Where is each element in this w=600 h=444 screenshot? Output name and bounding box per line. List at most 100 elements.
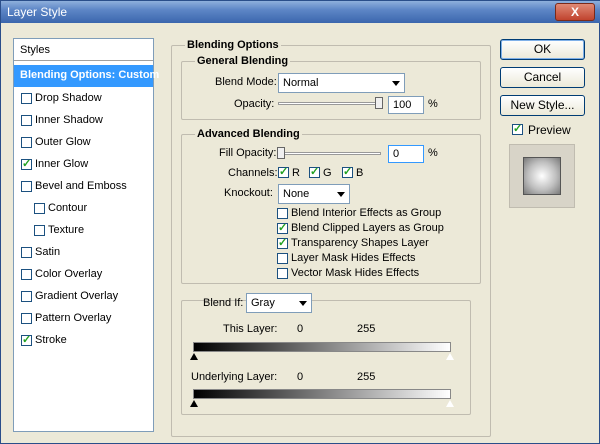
- drop-shadow-checkbox[interactable]: [21, 93, 32, 104]
- channels-label: Channels:: [228, 167, 278, 179]
- channel-r-checkbox[interactable]: [278, 165, 289, 178]
- this-layer-gradient: [193, 342, 451, 352]
- underlying-layer-gradient: [193, 389, 451, 399]
- inner-shadow-checkbox[interactable]: [21, 115, 32, 126]
- close-button[interactable]: X: [555, 3, 595, 21]
- style-item-outer-glow[interactable]: Outer Glow: [14, 132, 153, 154]
- gradient-overlay-checkbox[interactable]: [21, 291, 32, 302]
- layer-mask-hides-checkbox[interactable]: [277, 253, 288, 264]
- blend-if-select[interactable]: Gray: [246, 293, 312, 313]
- style-item-inner-glow[interactable]: Inner Glow: [14, 154, 153, 176]
- cancel-button[interactable]: Cancel: [500, 67, 585, 88]
- this-layer-black-slider[interactable]: [190, 353, 198, 360]
- style-item-satin[interactable]: Satin: [14, 242, 153, 264]
- style-item-stroke[interactable]: Stroke: [14, 330, 153, 352]
- underlying-white-slider[interactable]: [445, 399, 455, 408]
- style-item-label: Drop Shadow: [35, 92, 102, 104]
- stroke-checkbox[interactable]: [21, 333, 32, 346]
- fill-opacity-unit: %: [428, 147, 438, 159]
- fill-opacity-slider[interactable]: [278, 152, 381, 155]
- preview-thumbnail: [509, 144, 575, 208]
- this-layer-label: This Layer:: [223, 323, 278, 335]
- this-layer-low: 0: [297, 323, 304, 335]
- style-item-label: Blending Options: Custom: [20, 69, 160, 81]
- style-item-texture[interactable]: Texture: [14, 220, 153, 242]
- opacity-slider[interactable]: [278, 102, 383, 105]
- preview-label: Preview: [528, 123, 571, 137]
- style-item-label: Inner Glow: [35, 158, 89, 170]
- vector-mask-hides-label: Vector Mask Hides Effects: [291, 267, 420, 279]
- style-item-label: Color Overlay: [35, 268, 103, 280]
- fill-opacity-label: Fill Opacity:: [219, 147, 277, 159]
- advanced-blending-title: Advanced Blending: [195, 128, 302, 140]
- blend-interior-checkbox[interactable]: [277, 208, 288, 219]
- style-item-label: Outer Glow: [35, 136, 91, 148]
- styles-list: Styles Blending Options: Custom Drop Sha…: [13, 38, 159, 432]
- blending-options-title: Blending Options: [185, 39, 281, 51]
- opacity-slider-thumb[interactable]: [375, 97, 383, 109]
- channel-b-label: B: [356, 167, 364, 179]
- channel-b-checkbox[interactable]: [342, 165, 353, 178]
- knockout-label: Knockout:: [224, 187, 273, 199]
- style-item-label: Stroke: [35, 334, 67, 346]
- new-style-button[interactable]: New Style...: [500, 95, 585, 116]
- style-item-label: Bevel and Emboss: [35, 180, 127, 192]
- title-bar: Layer Style X: [1, 1, 600, 23]
- style-item-label: Inner Shadow: [35, 114, 103, 126]
- blend-clipped-checkbox[interactable]: [277, 221, 288, 234]
- general-blending-title: General Blending: [195, 55, 291, 67]
- chevron-down-icon: [392, 81, 400, 86]
- layer-mask-hides-label: Layer Mask Hides Effects: [291, 252, 416, 264]
- underlying-layer-high: 255: [357, 371, 376, 383]
- preview-swatch: [523, 157, 561, 195]
- style-item-label: Texture: [48, 224, 85, 236]
- knockout-select[interactable]: None: [278, 184, 350, 204]
- this-layer-white-slider[interactable]: [445, 352, 455, 361]
- styles-header-label: Styles: [20, 44, 50, 56]
- transparency-shapes-checkbox[interactable]: [277, 236, 288, 249]
- transparency-shapes-label: Transparency Shapes Layer: [291, 237, 429, 249]
- color-overlay-checkbox[interactable]: [21, 269, 32, 280]
- style-item-label: Satin: [35, 246, 61, 258]
- ok-button[interactable]: OK: [500, 39, 585, 60]
- contour-checkbox[interactable]: [34, 203, 45, 214]
- blend-if-value: Gray: [251, 297, 275, 309]
- opacity-input[interactable]: 100: [388, 96, 424, 114]
- style-item-drop-shadow[interactable]: Drop Shadow: [14, 88, 153, 110]
- chevron-down-icon: [337, 192, 345, 197]
- layer-style-dialog: Layer Style X Styles Blending Options: C…: [0, 0, 600, 444]
- this-layer-high: 255: [357, 323, 376, 335]
- style-item-contour[interactable]: Contour: [14, 198, 153, 220]
- opacity-label: Opacity:: [234, 98, 275, 110]
- blend-mode-select[interactable]: Normal: [278, 73, 405, 93]
- channel-g-label: G: [323, 167, 332, 179]
- blend-interior-label: Blend Interior Effects as Group: [291, 207, 442, 219]
- style-item-blending-options[interactable]: Blending Options: Custom: [14, 65, 159, 87]
- pattern-overlay-checkbox[interactable]: [21, 313, 32, 324]
- underlying-layer-label: Underlying Layer:: [191, 371, 278, 383]
- vector-mask-hides-checkbox[interactable]: [277, 268, 288, 279]
- opacity-unit: %: [428, 98, 438, 110]
- inner-glow-checkbox[interactable]: [21, 157, 32, 170]
- fill-opacity-input[interactable]: 0: [388, 145, 424, 163]
- style-item-pattern-overlay[interactable]: Pattern Overlay: [14, 308, 153, 330]
- knockout-value: None: [283, 188, 310, 200]
- chevron-down-icon: [299, 301, 307, 306]
- window-title: Layer Style: [7, 5, 68, 19]
- preview-checkbox[interactable]: [512, 122, 523, 135]
- style-item-label: Contour: [48, 202, 88, 214]
- fill-opacity-slider-thumb[interactable]: [277, 147, 285, 159]
- satin-checkbox[interactable]: [21, 247, 32, 258]
- style-item-gradient-overlay[interactable]: Gradient Overlay: [14, 286, 153, 308]
- underlying-black-slider[interactable]: [190, 400, 198, 407]
- style-item-inner-shadow[interactable]: Inner Shadow: [14, 110, 153, 132]
- channel-g-checkbox[interactable]: [309, 165, 320, 178]
- bevel-emboss-checkbox[interactable]: [21, 181, 32, 192]
- opacity-value: 100: [393, 99, 412, 111]
- outer-glow-checkbox[interactable]: [21, 137, 32, 148]
- style-item-label: Pattern Overlay: [35, 312, 112, 324]
- blend-mode-value: Normal: [283, 77, 319, 89]
- style-item-color-overlay[interactable]: Color Overlay: [14, 264, 153, 286]
- style-item-bevel-emboss[interactable]: Bevel and Emboss: [14, 176, 153, 198]
- texture-checkbox[interactable]: [34, 225, 45, 236]
